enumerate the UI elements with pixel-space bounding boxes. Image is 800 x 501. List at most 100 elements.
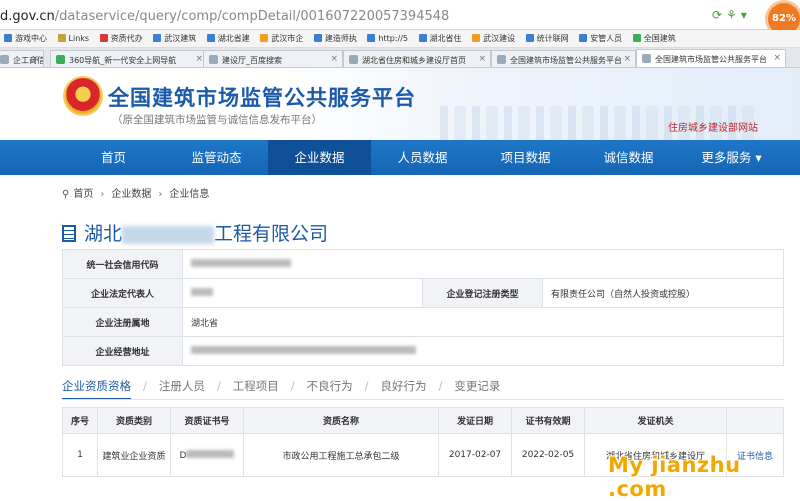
divider: /	[290, 379, 295, 393]
company-title: 湖北 工程有限公司	[62, 219, 328, 246]
tab-registered-staff[interactable]: 注册人员	[159, 378, 205, 398]
bookmark-item[interactable]: 武汉建设	[468, 30, 519, 44]
main-nav: 首页 监管动态 企业数据 人员数据 项目数据 诚信数据 更多服务 ▾	[0, 140, 800, 175]
nav-personnel-data[interactable]: 人员数据	[371, 140, 474, 175]
page-icon	[206, 34, 215, 42]
nav-enterprise-data[interactable]: 企业数据	[268, 140, 371, 175]
chevron-right-icon: ›	[158, 189, 163, 200]
redacted-value	[191, 258, 291, 267]
site-header: 全国建筑市场监管公共服务平台 （原全国建筑市场监管与诚信信息发布平台） 住房城乡…	[0, 68, 800, 140]
cell-valid-until: 2022-02-05	[511, 433, 585, 477]
bookmarks-bar: 游戏中心 Links 资质代办 武汉建筑 湖北省建 武汉市企 建造师执 http…	[0, 30, 800, 48]
page-icon	[153, 34, 162, 42]
bookmark-item[interactable]: Links	[54, 31, 94, 43]
close-icon[interactable]: ×	[623, 54, 631, 64]
location-pin-icon: ⚲	[62, 189, 70, 200]
bookmark-item[interactable]: 武汉市企	[256, 30, 307, 44]
compat-mode-icon[interactable]: ⚘	[726, 8, 737, 22]
close-icon[interactable]: ×	[31, 54, 39, 64]
bookmark-item[interactable]: 武汉建筑	[149, 30, 200, 44]
bookmark-item[interactable]: 统计联网	[522, 30, 573, 44]
bookmark-item[interactable]: 湖北省住	[415, 30, 466, 44]
browser-tab[interactable]: 360导航_新一代安全上网导航 ×	[50, 50, 208, 67]
tab-bad-records[interactable]: 不良行为	[307, 378, 353, 398]
tab-qualifications[interactable]: 企业资质资格	[62, 378, 131, 400]
nav-regulatory-news[interactable]: 监管动态	[165, 140, 268, 175]
mohurd-link[interactable]: 住房城乡建设部网站	[668, 119, 758, 134]
address-bar[interactable]: d.gov.cn/dataservice/query/comp/compDeta…	[0, 0, 800, 35]
bookmark-item[interactable]: 建造师执	[310, 30, 361, 44]
site-icon	[472, 34, 481, 42]
close-icon[interactable]: ×	[195, 54, 203, 64]
building-icon	[62, 225, 76, 242]
tab-label: 全国建筑市场监管公共服务平台	[655, 55, 767, 64]
tab-favicon	[56, 55, 65, 64]
url-text[interactable]: d.gov.cn/dataservice/query/comp/compDeta…	[0, 9, 449, 24]
reg-place-value: 湖北省	[182, 307, 784, 337]
cert-no-prefix: D	[179, 450, 187, 461]
bookmark-item[interactable]: 资质代办	[96, 30, 147, 44]
page-icon	[313, 34, 322, 42]
breadcrumb: ⚲ 首页 › 企业数据 › 企业信息	[62, 185, 209, 200]
tab-label: 建设厅_百度搜索	[222, 56, 282, 65]
col-name: 资质名称	[243, 407, 439, 434]
site-subtitle: （原全国建筑市场监管与诚信信息发布平台）	[112, 114, 322, 126]
company-name-suffix: 工程有限公司	[214, 223, 329, 245]
reg-type-value: 有限责任公司（自然人投资或控股）	[542, 278, 784, 308]
page-icon	[525, 34, 534, 42]
folder-icon	[57, 34, 66, 42]
cell-category: 建筑业企业资质	[97, 433, 171, 477]
tabs-underline	[62, 399, 784, 400]
bookmark-item[interactable]: http://5	[363, 31, 412, 43]
browser-tab[interactable]: 湖北省住房和城乡建设厅首页 ×	[343, 50, 491, 67]
breadcrumb-enterprise-data[interactable]: 企业数据	[111, 189, 151, 200]
tab-projects[interactable]: 工程项目	[233, 378, 279, 398]
redacted-value	[186, 449, 235, 458]
company-info-table: 统一社会信用代码 企业法定代表人 企业登记注册类型 有限责任公司（自然人投资或控…	[62, 249, 784, 366]
bookmark-item[interactable]: 安管人员	[575, 30, 626, 44]
national-emblem-icon	[65, 78, 101, 114]
bookmark-item[interactable]: 湖北省建	[203, 30, 254, 44]
reg-type-label: 企业登记注册类型	[422, 278, 543, 308]
chevron-down-icon[interactable]: ▾	[741, 8, 747, 22]
breadcrumb-home[interactable]: 首页	[73, 189, 93, 200]
address-value	[182, 336, 784, 366]
site-icon	[99, 34, 108, 42]
nav-credit-data[interactable]: 诚信数据	[577, 140, 680, 175]
browser-tab-active[interactable]: 全国建筑市场监管公共服务平台 ×	[636, 49, 786, 67]
browser-tab[interactable]: 企工商信息×	[0, 50, 44, 67]
tab-good-records[interactable]: 良好行为	[381, 378, 427, 398]
game-icon	[4, 34, 12, 42]
tab-favicon	[497, 55, 506, 64]
browser-tab[interactable]: 全国建筑市场监管公共服务平台 ×	[491, 50, 636, 67]
page-icon	[367, 34, 376, 42]
browser-tab[interactable]: 建设厅_百度搜索 ×	[203, 50, 343, 67]
tab-favicon	[209, 55, 218, 64]
col-authority: 发证机关	[584, 407, 727, 434]
tab-favicon	[642, 54, 651, 63]
nav-more-services[interactable]: 更多服务 ▾	[680, 140, 783, 175]
nav-home[interactable]: 首页	[62, 140, 165, 175]
close-icon[interactable]: ×	[330, 54, 338, 64]
col-cert-no: 资质证书号	[170, 407, 244, 434]
company-name-prefix: 湖北	[84, 223, 123, 245]
divider: /	[216, 379, 221, 393]
site-title[interactable]: 全国建筑市场监管公共服务平台	[108, 82, 416, 112]
table-row: 企业法定代表人 企业登记注册类型 有限责任公司（自然人投资或控股）	[62, 278, 784, 308]
chevron-right-icon: ›	[100, 189, 105, 200]
table-header-row: 序号 资质类别 资质证书号 资质名称 发证日期 证书有效期 发证机关	[62, 407, 784, 434]
divider: /	[364, 379, 369, 393]
close-icon[interactable]: ×	[773, 53, 781, 63]
cell-issue-date: 2017-02-07	[438, 433, 512, 477]
close-icon[interactable]: ×	[478, 54, 486, 64]
detail-tabs: 企业资质资格 / 注册人员 / 工程项目 / 不良行为 / 良好行为 / 变更记录	[62, 378, 500, 400]
table-row: 统一社会信用代码	[62, 249, 784, 279]
bookmark-item[interactable]: 游戏中心	[0, 30, 51, 44]
address-bar-icons: ⟳ ⚘ ▾	[712, 8, 751, 22]
redacted-name	[122, 225, 215, 244]
nav-project-data[interactable]: 项目数据	[474, 140, 577, 175]
tab-change-records[interactable]: 变更记录	[454, 378, 500, 398]
cell-name: 市政公用工程施工总承包二级	[243, 433, 439, 477]
refresh-icon[interactable]: ⟳	[712, 8, 722, 22]
bookmark-item[interactable]: 全国建筑	[629, 30, 680, 44]
